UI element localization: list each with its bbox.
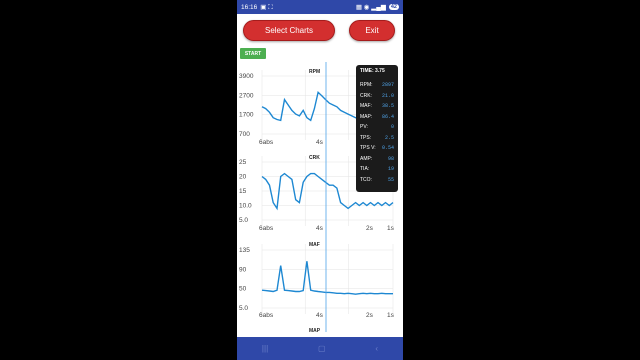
- tooltip-label: AMP:: [360, 155, 373, 162]
- exit-button[interactable]: Exit: [349, 20, 395, 41]
- x-tick-label: 4s: [316, 139, 324, 146]
- y-tick-label: 10.0: [239, 203, 252, 210]
- y-tick-label: 90: [239, 266, 247, 273]
- back-icon[interactable]: ‹: [375, 344, 378, 353]
- status-icons: ▣ ⛶: [260, 3, 273, 11]
- status-bar: 16:16 ▣ ⛶ ▦ ◉ ▂▄▆ 42: [237, 0, 403, 14]
- x-tick-label: 2s: [366, 225, 374, 232]
- x-tick-label: 4s: [316, 312, 324, 319]
- x-tick-label: 2s: [366, 312, 374, 319]
- tooltip-label: RPM:: [360, 82, 373, 89]
- start-button[interactable]: START: [240, 48, 266, 59]
- x-tick-label: 1s: [387, 225, 395, 232]
- value-tooltip: TIME: 3.75 RPM: 2897 CRK: 21.0 MAF: 38.5 MAP: 8…: [356, 65, 398, 192]
- tooltip-value: 19: [387, 166, 394, 173]
- signal-icon: ▦ ◉ ▂▄▆: [355, 4, 386, 11]
- home-icon[interactable]: ▢: [318, 344, 326, 353]
- chart-title-map: MAP: [309, 328, 321, 334]
- x-tick-label: 4s: [316, 225, 324, 232]
- chart-title-maf: MAF: [309, 242, 320, 248]
- x-tick-label: 6abs: [259, 139, 274, 146]
- y-tick-label: 3900: [239, 73, 254, 80]
- tooltip-value: 21.0: [381, 92, 394, 99]
- tooltip-label: TPS V:: [360, 145, 376, 152]
- y-tick-label: 5.0: [239, 305, 248, 312]
- nav-bar: ||| ▢ ‹: [237, 337, 403, 360]
- tooltip-value: 2.5: [384, 134, 394, 141]
- tooltip-rows: RPM: 2897 CRK: 21.0 MAF: 38.5 MAP: 86.4 PV: 0 TPS:…: [360, 80, 394, 185]
- tooltip-row: TPS V: 0.54: [360, 143, 394, 154]
- chart-title-rpm: RPM: [309, 69, 321, 75]
- y-tick-label: 135: [239, 247, 250, 254]
- tooltip-row: RPM: 2897: [360, 80, 394, 91]
- tooltip-label: TPS:: [360, 134, 372, 141]
- tooltip-value: 2897: [381, 82, 394, 89]
- tooltip-row: TPS: 2.5: [360, 133, 394, 144]
- status-time: 16:16: [241, 3, 258, 11]
- y-tick-label: 700: [239, 131, 250, 138]
- tooltip-label: PV:: [360, 124, 368, 131]
- x-tick-label: 6abs: [259, 312, 274, 319]
- y-tick-label: 1700: [239, 112, 254, 119]
- y-tick-label: 5.0: [239, 217, 248, 224]
- tooltip-value: 55: [387, 176, 394, 183]
- y-tick-label: 20: [239, 174, 247, 181]
- tooltip-row: PV: 0: [360, 122, 394, 133]
- series-line-maf: [261, 261, 393, 295]
- y-tick-label: 15: [239, 188, 247, 195]
- tooltip-label: MAP:: [360, 113, 373, 120]
- tooltip-label: TCO:: [360, 176, 372, 183]
- x-tick-label: 6abs: [259, 225, 274, 232]
- tooltip-row: MAP: 86.4: [360, 112, 394, 123]
- battery-icon: 42: [388, 4, 399, 10]
- tooltip-row: TCO: 55: [360, 175, 394, 186]
- tooltip-row: CRK: 21.0: [360, 91, 394, 102]
- y-tick-label: 50: [239, 286, 247, 293]
- tooltip-row: MAF: 38.5: [360, 101, 394, 112]
- select-charts-button[interactable]: Select Charts: [243, 20, 335, 41]
- recent-apps-icon[interactable]: |||: [262, 344, 268, 353]
- tooltip-row: TIA: 19: [360, 164, 394, 175]
- tooltip-label: CRK:: [360, 92, 372, 99]
- tooltip-time: TIME: 3.75: [360, 68, 385, 74]
- tooltip-value: 38.5: [381, 103, 394, 110]
- x-tick-label: 1s: [387, 312, 395, 319]
- tooltip-value: 98: [387, 155, 394, 162]
- tooltip-row: AMP: 98: [360, 154, 394, 165]
- maf-chart: 135 90 50 5.0 6abs 4s 2s 1s: [239, 244, 395, 319]
- y-tick-label: 2700: [239, 92, 254, 99]
- tooltip-label: MAF:: [360, 103, 372, 110]
- y-tick-label: 25: [239, 159, 247, 166]
- tooltip-value: 0.54: [381, 145, 394, 152]
- tooltip-value: 86.4: [381, 113, 394, 120]
- chart-title-crk: CRK: [309, 155, 320, 161]
- phone-screen: 16:16 ▣ ⛶ ▦ ◉ ▂▄▆ 42 Select Charts Exit …: [237, 0, 403, 360]
- tooltip-label: TIA:: [360, 166, 370, 173]
- tooltip-value: 0: [390, 124, 394, 131]
